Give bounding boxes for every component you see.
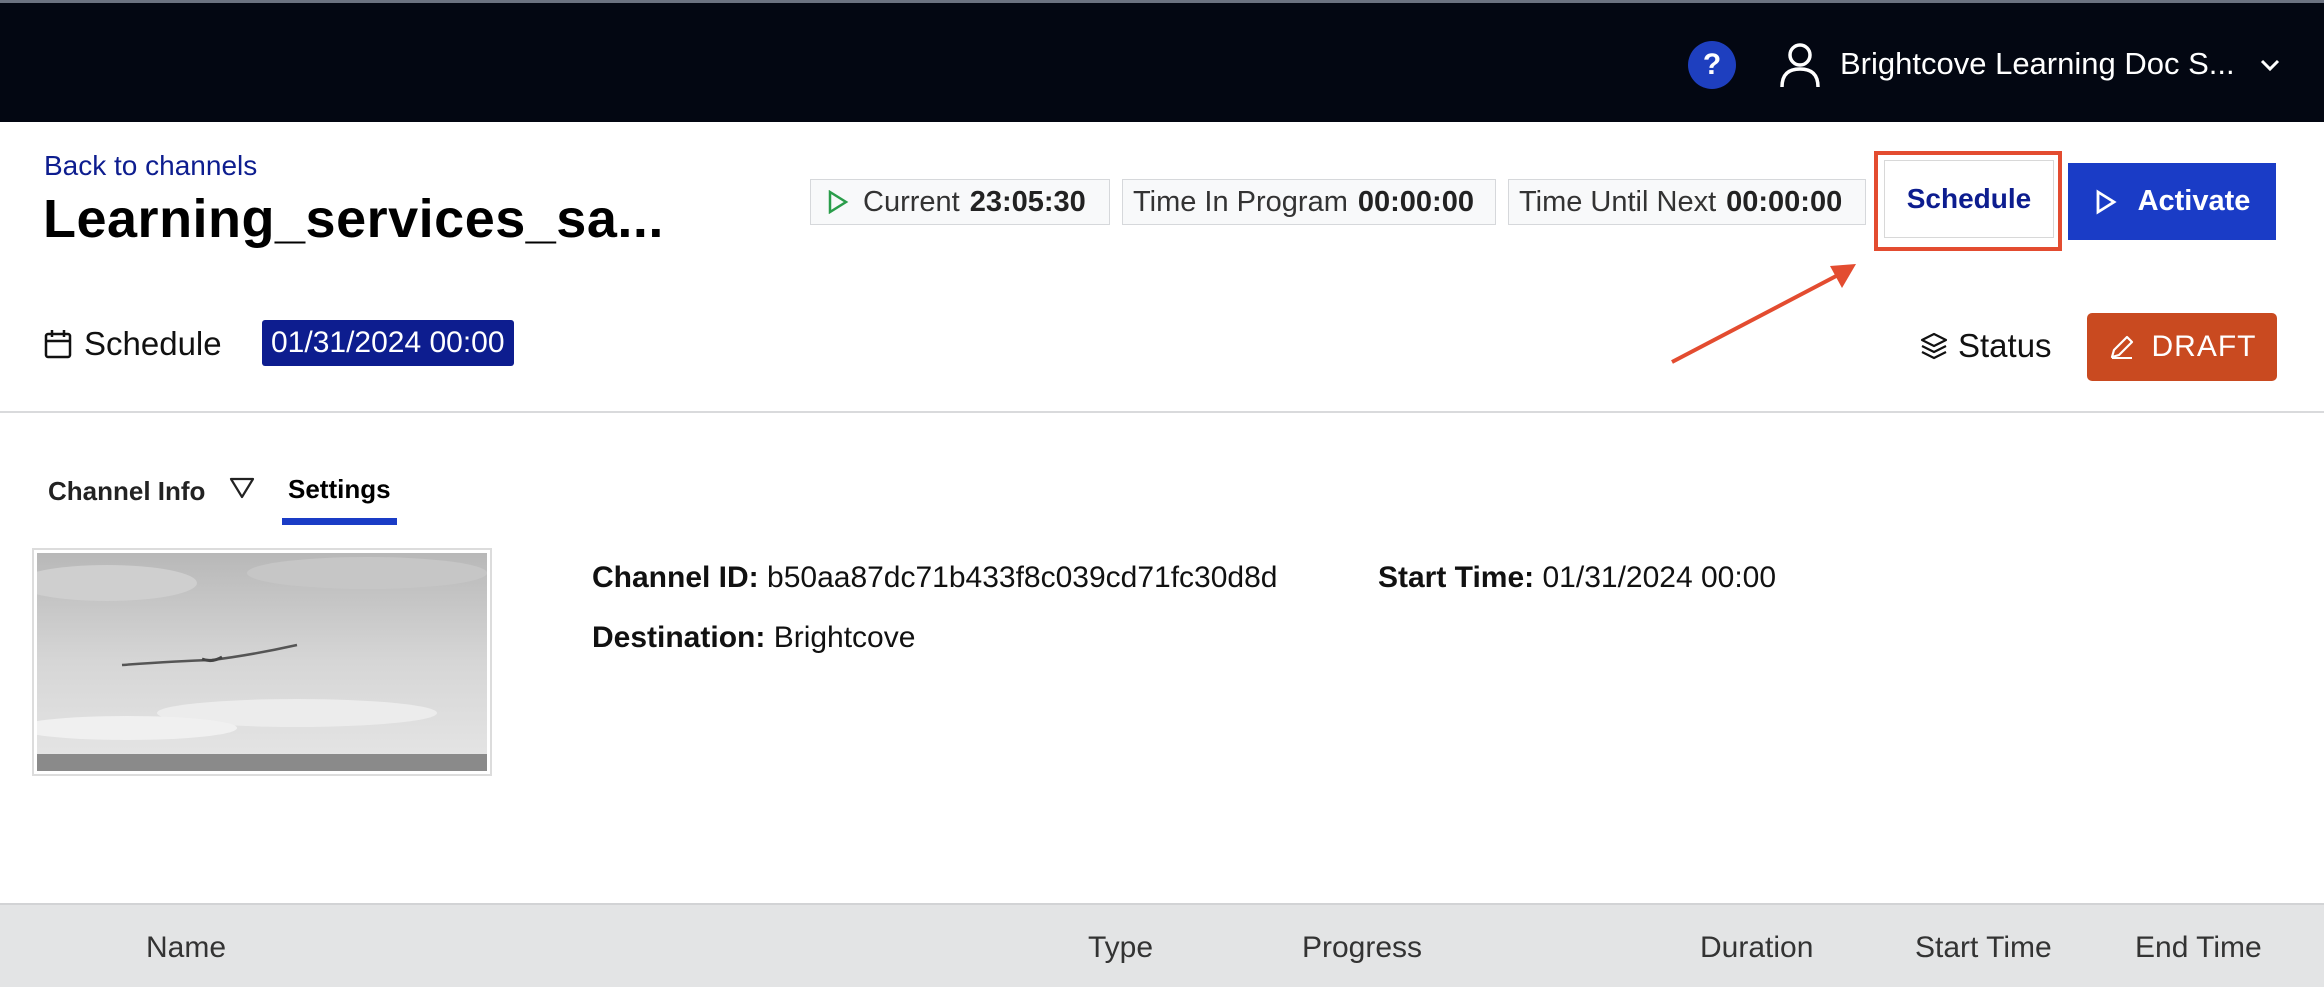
status-section: Status (1920, 327, 2052, 365)
channel-id-row: Channel ID: b50aa87dc71b433f8c039cd71fc3… (592, 561, 1277, 595)
schedule-label: Schedule (84, 325, 222, 362)
draft-status-button[interactable]: DRAFT (2087, 313, 2277, 381)
top-navigation-bar: ? Brightcove Learning Doc S... (0, 0, 2324, 122)
user-icon[interactable] (1778, 41, 1822, 89)
chevron-down-icon[interactable] (2258, 53, 2282, 77)
active-tab-indicator (282, 518, 397, 525)
play-icon (2096, 188, 2117, 215)
current-time-stat: Current 23:05:30 (810, 179, 1110, 225)
current-label: Current (863, 185, 960, 218)
account-name[interactable]: Brightcove Learning Doc S... (1840, 46, 2235, 82)
channel-id-label: Channel ID: (592, 561, 759, 594)
time-in-program-stat: Time In Program 00:00:00 (1122, 179, 1496, 225)
channel-thumbnail (32, 548, 492, 776)
back-to-channels-link[interactable]: Back to channels (44, 150, 257, 182)
start-time-value: 01/31/2024 00:00 (1542, 561, 1777, 594)
column-header-duration[interactable]: Duration (1700, 931, 1813, 965)
question-circle-icon: ? (1702, 48, 1722, 81)
time-in-program-label: Time In Program (1133, 185, 1348, 218)
column-header-name[interactable]: Name (146, 931, 226, 965)
time-until-next-label: Time Until Next (1519, 185, 1717, 218)
help-button[interactable]: ? (1688, 41, 1736, 89)
play-icon (828, 190, 849, 214)
column-header-type[interactable]: Type (1088, 931, 1153, 965)
layers-icon (1920, 332, 1948, 360)
schedule-date-badge[interactable]: 01/31/2024 00:00 (262, 320, 514, 366)
column-header-start-time[interactable]: Start Time (1915, 931, 2052, 965)
tab-channel-info[interactable]: Channel Info (48, 476, 205, 507)
channel-id-value: b50aa87dc71b433f8c039cd71fc30d8d (767, 561, 1278, 594)
schedule-table-header: Name Type Progress Duration Start Time E… (0, 903, 2324, 987)
activate-button[interactable]: Activate (2068, 163, 2276, 240)
activate-label: Activate (2137, 185, 2251, 217)
header-divider (0, 411, 2324, 413)
status-label: Status (1958, 327, 2052, 364)
start-time-row: Start Time: 01/31/2024 00:00 (1378, 561, 1776, 595)
calendar-icon (44, 330, 72, 359)
destination-value: Brightcove (773, 621, 916, 654)
time-until-next-value: 00:00:00 (1726, 185, 1843, 218)
schedule-section: Schedule (44, 325, 222, 363)
draft-label: DRAFT (2151, 330, 2257, 363)
thumbnail-image (37, 553, 487, 771)
start-time-label: Start Time: (1378, 561, 1535, 594)
column-header-end-time[interactable]: End Time (2135, 931, 2262, 965)
schedule-button[interactable]: Schedule (1884, 160, 2054, 238)
time-until-next-stat: Time Until Next 00:00:00 (1508, 179, 1866, 225)
time-in-program-value: 00:00:00 (1357, 185, 1474, 218)
destination-label: Destination: (592, 621, 766, 654)
pencil-icon (2110, 335, 2133, 359)
destination-row: Destination: Brightcove (592, 621, 915, 655)
column-header-progress[interactable]: Progress (1302, 931, 1422, 965)
page-title: Learning_services_sa... (43, 189, 664, 249)
annotation-arrow (1671, 264, 1856, 364)
tab-settings[interactable]: Settings (288, 474, 391, 505)
triangle-down-icon[interactable] (229, 476, 255, 500)
current-value: 23:05:30 (969, 185, 1086, 218)
